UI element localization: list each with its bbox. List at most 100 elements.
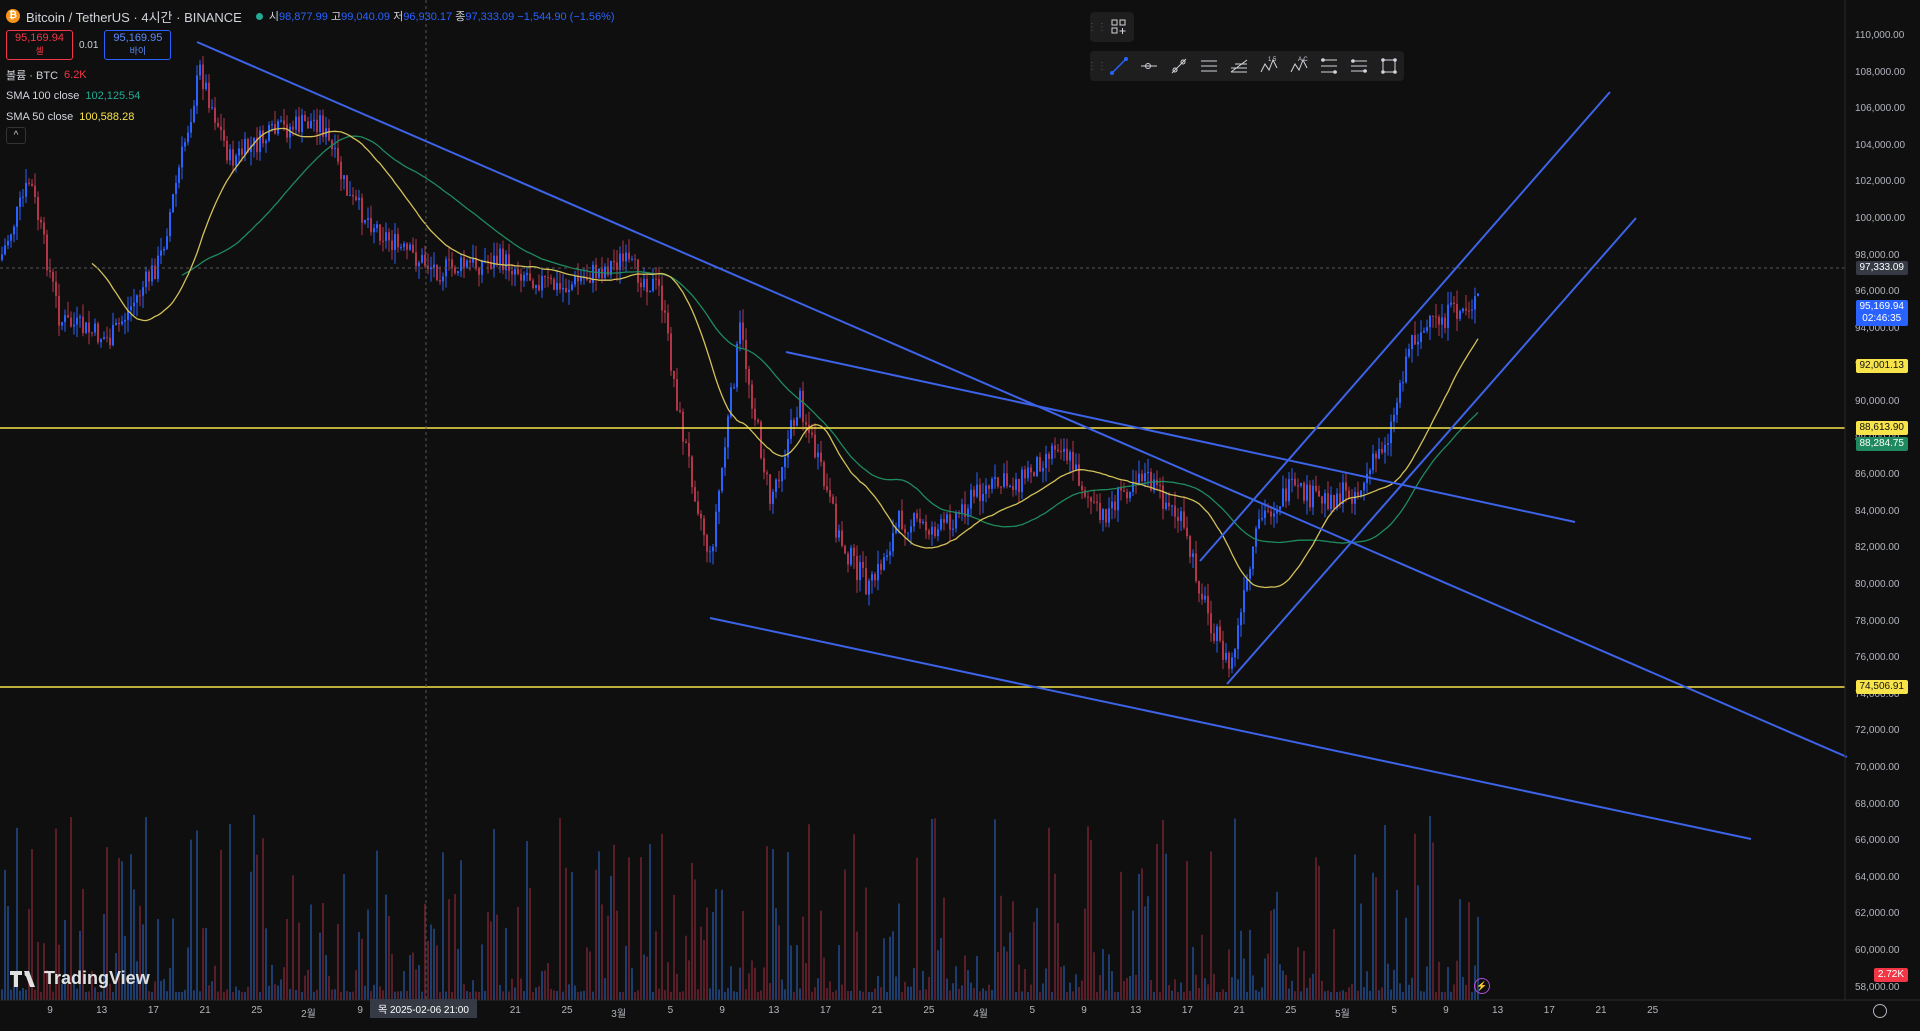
volume-bar [325, 954, 327, 1000]
volume-bar [4, 869, 6, 1000]
volume-bar [100, 991, 102, 1000]
candle-body [1195, 553, 1197, 582]
rectangle-icon[interactable] [1374, 51, 1404, 81]
candle-body [52, 271, 54, 282]
parallel-channel-icon[interactable] [1194, 51, 1224, 81]
volume-bar [1300, 991, 1302, 1000]
volume-bar [1270, 910, 1272, 1000]
drag-handle-icon[interactable]: ⋮⋮ [1087, 51, 1107, 81]
abcd-pattern-icon[interactable]: A C [1284, 51, 1314, 81]
volume-bar [1327, 990, 1329, 1000]
candle-body [1099, 502, 1101, 520]
sma100-indicator-row[interactable]: SMA 100 close 102,125.54 [6, 85, 615, 106]
price-tick-label: 98,000.00 [1855, 249, 1900, 261]
candle-body [1339, 493, 1341, 505]
volume-bar [949, 990, 951, 1000]
time-tick-label: 25 [1285, 1005, 1297, 1016]
volume-bar [823, 957, 825, 1000]
candle-body [430, 267, 432, 270]
volume-bar [889, 936, 891, 1000]
candle-body [58, 295, 60, 326]
close-value: 97,333.09 [465, 11, 515, 23]
candle-body [499, 248, 501, 265]
candle-body [448, 259, 450, 261]
volume-bar [757, 991, 759, 1000]
volume-bar [763, 967, 765, 1000]
volume-bar [931, 818, 933, 1000]
candle-body [922, 521, 924, 523]
volume-bar [1042, 983, 1044, 1000]
layout-add-icon[interactable] [1104, 12, 1134, 42]
volume-bar [730, 966, 732, 1000]
pitchfork-icon[interactable] [1224, 51, 1254, 81]
candle-body [985, 485, 987, 494]
candle-body [550, 277, 552, 280]
candle-body [1456, 303, 1458, 319]
tradingview-logo[interactable]: TradingView [10, 968, 150, 989]
volume-indicator-row[interactable]: 볼륨 · BTC 6.2K [6, 64, 615, 85]
volume-bar [1174, 979, 1176, 1000]
candle-body [652, 278, 654, 291]
volume-bar [577, 991, 579, 1000]
volume-bar [1354, 854, 1356, 1000]
tradingview-logo-text: TradingView [44, 968, 150, 988]
symbol-title[interactable]: Bitcoin / TetherUS · 4시간 · BINANCE [26, 7, 242, 26]
candle-body [715, 511, 717, 547]
candle-body [1009, 485, 1011, 487]
candle-body [784, 457, 786, 468]
sma50-indicator-row[interactable]: SMA 50 close 100,588.28 [6, 106, 615, 127]
fib-extension-icon[interactable] [1344, 51, 1374, 81]
drag-handle-icon[interactable]: ⋮⋮ [1087, 12, 1107, 42]
time-tick-label: 25 [923, 1005, 935, 1016]
trendline-main-down[interactable] [196, 41, 1848, 758]
elliott-wave-icon[interactable]: 1 5 [1254, 51, 1284, 81]
volume-bar [205, 927, 207, 1000]
candle-body [1231, 657, 1233, 669]
candle-body [1363, 482, 1365, 491]
volume-bar [685, 935, 687, 1000]
channel-upper-line[interactable] [1199, 91, 1611, 562]
trend-line-icon[interactable] [1104, 51, 1134, 81]
volume-bar [1291, 980, 1293, 1000]
settings-gear-icon[interactable] [1873, 1004, 1887, 1018]
candle-body [763, 458, 765, 473]
candle-body [649, 290, 651, 293]
sell-price: 95,169.94 [15, 32, 64, 44]
fib-retracement-icon[interactable] [1314, 51, 1344, 81]
volume-bar [316, 989, 318, 1000]
volume-bar [841, 984, 843, 1000]
horizontal-ray-icon[interactable] [1134, 51, 1164, 81]
volume-bar [1156, 843, 1158, 1000]
volume-bar [250, 871, 252, 1000]
candle-body [1015, 479, 1017, 490]
chart-canvas[interactable] [0, 0, 1920, 1031]
volume-bar [1135, 974, 1137, 1000]
volume-bar [946, 978, 948, 1000]
collapse-legend-button[interactable]: ^ [6, 127, 26, 144]
candle-body [385, 232, 387, 241]
volume-bar [847, 990, 849, 1000]
channel-lower-line[interactable] [1226, 217, 1637, 685]
lightning-icon[interactable]: ⚡ [1474, 978, 1490, 994]
volume-histogram [1, 814, 1479, 1000]
candle-body [1468, 310, 1470, 312]
candle-body [1210, 613, 1212, 634]
volume-bar [1123, 981, 1125, 1000]
trendline-wedge-bottom[interactable] [709, 617, 1752, 840]
info-line-icon[interactable] [1164, 51, 1194, 81]
volume-bar [1072, 991, 1074, 1000]
sell-button[interactable]: 95,169.94 셀 [6, 30, 73, 60]
volume-bar [1378, 990, 1380, 1000]
volume-bar [1336, 991, 1338, 1000]
candle-body [460, 257, 462, 272]
candle-body [1432, 315, 1434, 317]
buy-button[interactable]: 95,169.95 바이 [104, 30, 172, 60]
volume-bar [1309, 977, 1311, 1000]
candle-body [925, 521, 927, 531]
candle-body [1387, 443, 1389, 445]
candle-body [22, 196, 24, 198]
volume-bar [706, 907, 708, 1000]
volume-bar [652, 991, 654, 1000]
volume-bar [1459, 899, 1461, 1000]
candle-body [1351, 498, 1353, 504]
